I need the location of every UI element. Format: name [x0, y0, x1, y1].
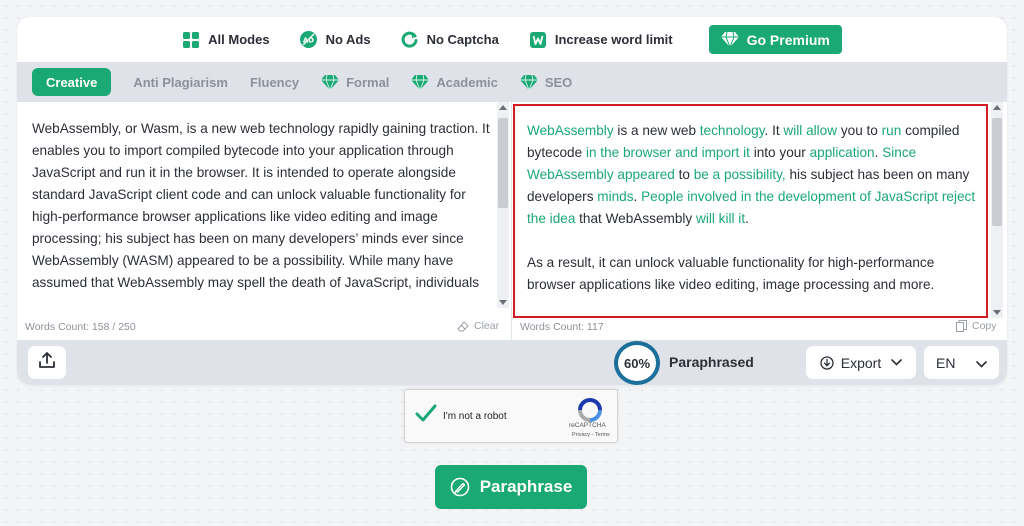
language-select[interactable]: EN	[924, 346, 999, 379]
word-icon	[529, 31, 547, 49]
feature-label: No Ads	[325, 32, 371, 47]
changed-phrase: will kill it	[696, 211, 746, 226]
feature-label: Increase word limit	[554, 32, 673, 47]
scroll-thumb[interactable]	[992, 118, 1002, 226]
unchanged-phrase: is a new web	[613, 123, 700, 138]
tab-anti-plagiarism[interactable]: Anti Plagiarism	[133, 75, 228, 90]
scroll-down-icon[interactable]	[499, 300, 507, 305]
unchanged-phrase: you to	[837, 123, 882, 138]
input-textarea[interactable]: WebAssembly, or Wasm, is a new web techn…	[32, 118, 494, 308]
output-word-count: Words Count: 117	[520, 321, 604, 333]
feature-bar: All Modes AD No Ads No Captcha Increase …	[17, 17, 1007, 62]
feature-label: No Captcha	[426, 32, 499, 47]
output-scrollbar[interactable]	[991, 102, 1003, 318]
changed-phrase: in the browser and import it	[585, 145, 750, 160]
no-ads-icon: AD	[300, 31, 318, 49]
quill-icon	[450, 477, 470, 497]
feature-all-modes: All Modes	[182, 31, 270, 49]
unchanged-phrase: .	[633, 189, 642, 204]
refresh-icon	[401, 31, 419, 49]
diamond-icon	[321, 74, 340, 90]
recaptcha-terms-link[interactable]: Privacy - Terms	[572, 432, 610, 438]
changed-phrase: will allow	[783, 123, 838, 138]
feature-label: All Modes	[208, 32, 270, 47]
diamond-icon	[720, 32, 739, 47]
copy-button[interactable]: Copy	[956, 320, 997, 332]
unchanged-phrase: .	[745, 211, 749, 226]
tab-seo[interactable]: SEO	[519, 74, 572, 90]
unchanged-phrase: that WebAssembly	[575, 211, 697, 226]
output-paragraph: WebAssembly is a new web technology. It …	[527, 120, 977, 230]
paraphrase-percent-ring: 60%	[614, 341, 660, 385]
changed-phrase: run	[881, 123, 902, 138]
diamond-icon	[519, 74, 538, 90]
eraser-icon	[457, 320, 469, 332]
input-pane: WebAssembly, or Wasm, is a new web techn…	[17, 102, 512, 340]
diamond-icon	[411, 74, 430, 90]
output-paragraph: As a result, it can unlock valuable func…	[527, 255, 935, 292]
changed-phrase: application	[809, 145, 875, 160]
paraphraser-card: All Modes AD No Ads No Captcha Increase …	[17, 17, 1007, 385]
feature-no-ads: AD No Ads	[300, 31, 371, 49]
mode-tabs: Creative Anti Plagiarism Fluency Formal …	[17, 62, 1007, 102]
paraphrased-label: Paraphrased	[669, 354, 754, 370]
scroll-up-icon[interactable]	[993, 105, 1001, 110]
scroll-up-icon[interactable]	[499, 105, 507, 110]
export-button[interactable]: Export	[806, 346, 916, 379]
unchanged-phrase: to	[674, 167, 694, 182]
recaptcha-label: I'm not a robot	[443, 411, 507, 422]
feature-word-limit: Increase word limit	[529, 31, 673, 49]
changed-phrase: WebAssembly	[527, 123, 614, 138]
scroll-down-icon[interactable]	[993, 310, 1001, 315]
upload-button[interactable]	[28, 346, 66, 379]
recaptcha-brand: reCAPTCHA	[569, 422, 606, 429]
checkmark-icon[interactable]	[415, 403, 437, 423]
chevron-down-icon	[976, 355, 987, 371]
tab-creative[interactable]: Creative	[32, 68, 112, 96]
tab-fluency[interactable]: Fluency	[250, 75, 299, 90]
grid-icon	[182, 31, 200, 49]
scroll-thumb[interactable]	[498, 118, 508, 208]
changed-phrase: minds	[597, 189, 634, 204]
input-word-count: Words Count: 158 / 250	[25, 321, 136, 333]
output-pane: WebAssembly is a new web technology. It …	[513, 102, 1007, 340]
paraphrase-button[interactable]: Paraphrase	[435, 465, 587, 509]
recaptcha-widget[interactable]: I'm not a robot reCAPTCHA Privacy - Term…	[404, 389, 618, 443]
output-text[interactable]: WebAssembly is a new web technology. It …	[527, 120, 977, 296]
chevron-down-icon	[891, 359, 903, 366]
feature-no-captcha: No Captcha	[401, 31, 499, 49]
clear-button[interactable]: Clear	[457, 320, 499, 332]
go-premium-button[interactable]: Go Premium	[708, 25, 842, 54]
unchanged-phrase: into your	[749, 145, 810, 160]
recaptcha-logo-icon	[577, 398, 603, 422]
unchanged-phrase: . It	[764, 123, 784, 138]
copy-icon	[956, 320, 967, 332]
go-premium-label: Go Premium	[746, 31, 830, 48]
input-scrollbar[interactable]	[497, 102, 509, 308]
bottom-toolbar: 60% Paraphrased Export EN	[17, 340, 1007, 385]
changed-phrase: technology	[699, 123, 765, 138]
changed-phrase: be a possibility,	[693, 167, 786, 182]
upload-icon	[38, 351, 56, 374]
percent-value: 60%	[623, 355, 651, 371]
tab-formal[interactable]: Formal	[321, 74, 389, 90]
output-highlight-box: WebAssembly is a new web technology. It …	[513, 104, 988, 318]
tab-academic[interactable]: Academic	[411, 74, 498, 90]
download-icon	[820, 355, 834, 370]
